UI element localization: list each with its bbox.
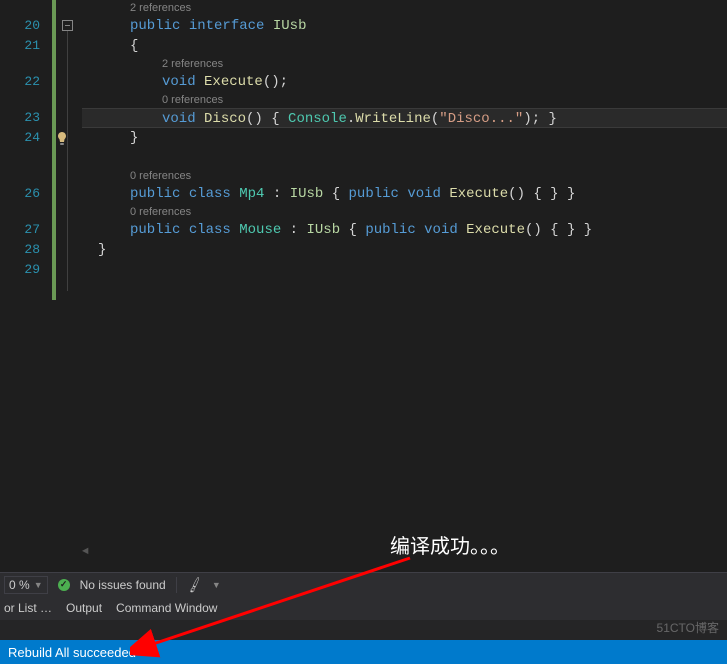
code-line[interactable]: { — [82, 36, 727, 56]
line-number: 26 — [0, 184, 40, 204]
code-line[interactable]: } — [82, 128, 727, 148]
line-number: 20 — [0, 16, 40, 36]
bottom-panel-tabs: or List … Output Command Window — [0, 596, 727, 620]
build-status-bar: Rebuild All succeeded — [0, 640, 727, 664]
codelens[interactable]: 0 references — [82, 204, 727, 220]
check-circle-icon: ✓ — [58, 579, 70, 591]
code-line[interactable]: public class Mouse : IUsb { public void … — [82, 220, 727, 240]
brush-icon[interactable]: 🖌 — [185, 575, 204, 593]
line-number: 24 — [0, 128, 40, 148]
code-editor[interactable]: 20 21 22 23 24 26 27 28 29 2 references … — [0, 0, 727, 560]
panel-body — [0, 620, 727, 640]
tab-command-window[interactable]: Command Window — [116, 601, 217, 615]
watermark-text: 51CTO博客 — [657, 619, 719, 636]
codelens[interactable]: 0 references — [82, 92, 727, 108]
code-content[interactable]: 2 references public interface IUsb { 2 r… — [78, 0, 727, 560]
code-line[interactable]: public class Mp4 : IUsb { public void Ex… — [82, 184, 727, 204]
fold-column — [58, 0, 78, 560]
line-number: 21 — [0, 36, 40, 56]
tab-output[interactable]: Output — [66, 601, 102, 615]
annotation-label: 编译成功。。。 — [390, 530, 510, 559]
code-line[interactable]: void Execute(); — [82, 72, 727, 92]
lightbulb-icon[interactable] — [54, 131, 70, 147]
line-number: 28 — [0, 240, 40, 260]
codelens[interactable]: 0 references — [82, 168, 727, 184]
codelens[interactable]: 2 references — [82, 0, 727, 16]
zoom-dropdown[interactable]: 0 % ▼ — [4, 576, 48, 594]
code-line-current[interactable]: void Disco() { Console.WriteLine("Disco.… — [82, 108, 727, 128]
code-line[interactable]: } — [82, 240, 727, 260]
line-number: 27 — [0, 220, 40, 240]
chevron-down-icon[interactable]: ▼ — [212, 580, 221, 590]
issues-label[interactable]: No issues found — [80, 578, 166, 592]
line-number-gutter: 20 21 22 23 24 26 27 28 29 — [0, 0, 50, 560]
chevron-down-icon: ▼ — [34, 580, 43, 590]
scroll-left-icon[interactable]: ◄ — [82, 546, 89, 558]
tab-error-list[interactable]: or List … — [4, 601, 52, 615]
editor-status-bar: 0 % ▼ ✓ No issues found 🖌 ▼ — [0, 572, 727, 596]
line-number: 23 — [0, 108, 40, 128]
zoom-value: 0 % — [9, 578, 30, 592]
change-indicator — [50, 0, 58, 560]
line-number: 29 — [0, 260, 40, 280]
line-number: 22 — [0, 72, 40, 92]
code-line[interactable]: public interface IUsb — [82, 16, 727, 36]
divider — [176, 577, 177, 593]
codelens[interactable]: 2 references — [82, 56, 727, 72]
fold-toggle-icon[interactable] — [62, 20, 73, 31]
build-status-text: Rebuild All succeeded — [8, 645, 136, 660]
